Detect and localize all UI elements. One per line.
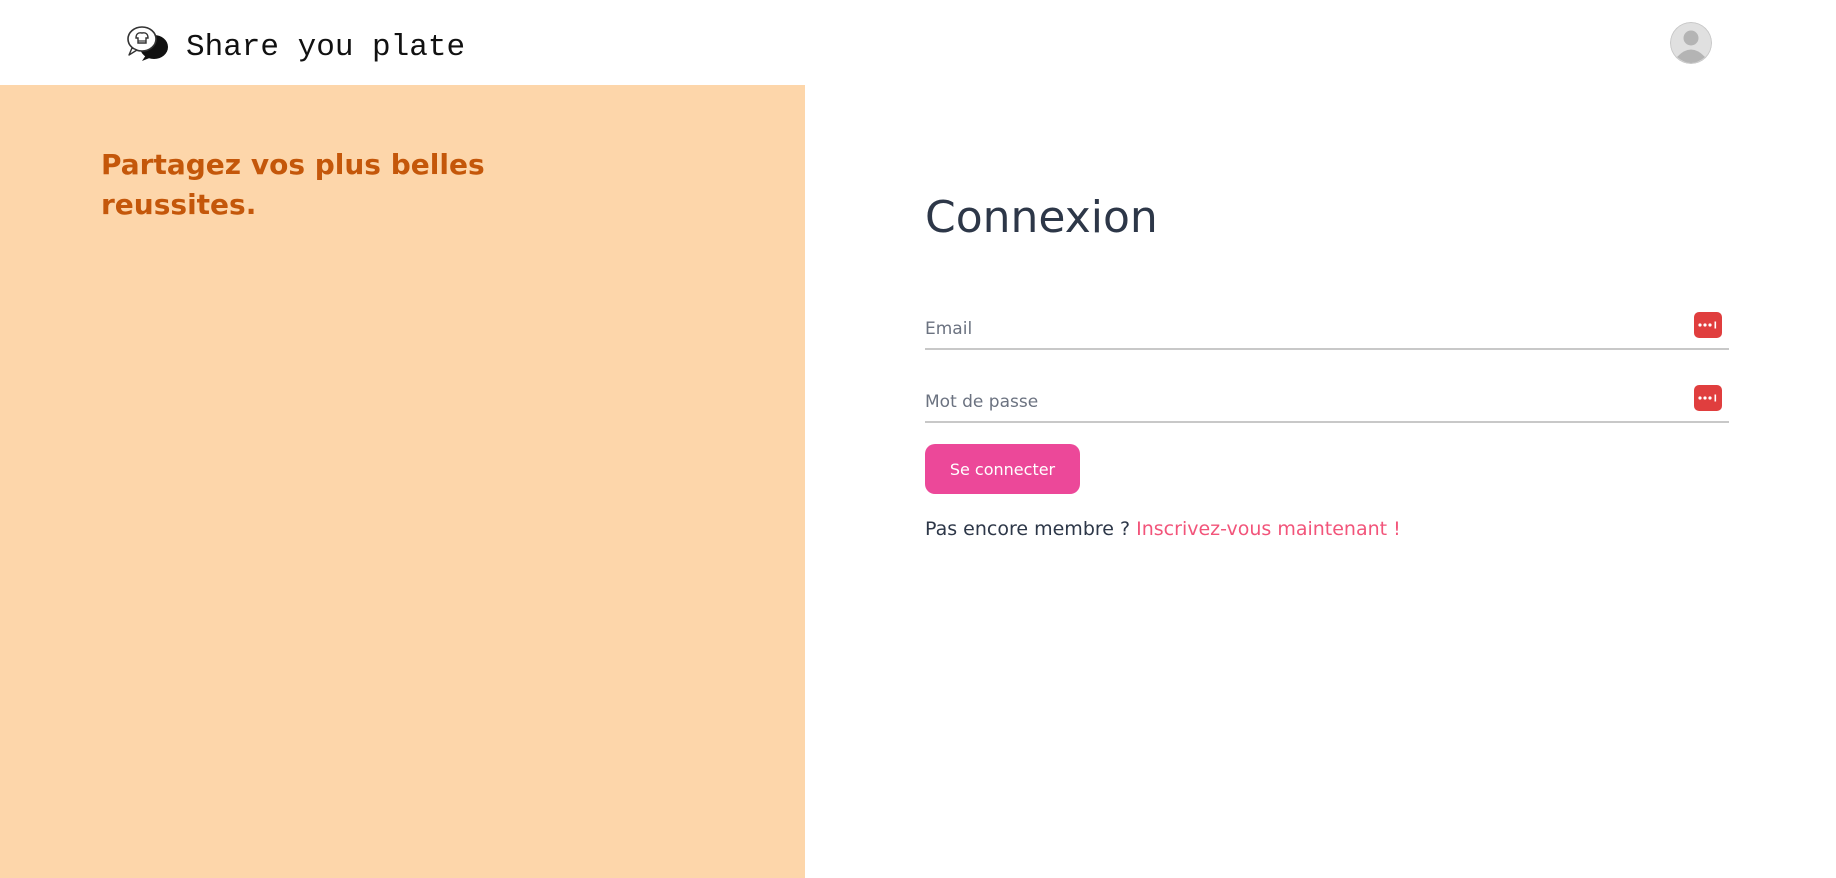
hero-tagline: Partagez vos plus belles reussites.	[101, 148, 485, 221]
signup-link[interactable]: Inscrivez-vous maintenant !	[1136, 518, 1401, 540]
login-form: Connexion Se connecter Pas encore membre…	[925, 0, 1729, 873]
password-field[interactable]	[925, 383, 1685, 421]
brand-name[interactable]: Share you plate	[186, 28, 465, 68]
hero-panel: Partagez vos plus belles reussites.	[0, 85, 805, 878]
login-title: Connexion	[925, 192, 1158, 243]
password-field-wrapper	[925, 383, 1729, 423]
password-manager-icon[interactable]	[1694, 312, 1722, 338]
password-manager-icon[interactable]	[1694, 385, 1722, 411]
email-field[interactable]	[925, 310, 1685, 348]
signup-prompt-line: Pas encore membre ? Inscrivez-vous maint…	[925, 515, 1401, 543]
chef-chat-bubble-icon[interactable]	[126, 24, 170, 62]
login-button[interactable]: Se connecter	[925, 444, 1080, 494]
signup-prompt: Pas encore membre ?	[925, 518, 1131, 540]
email-field-wrapper	[925, 310, 1729, 350]
